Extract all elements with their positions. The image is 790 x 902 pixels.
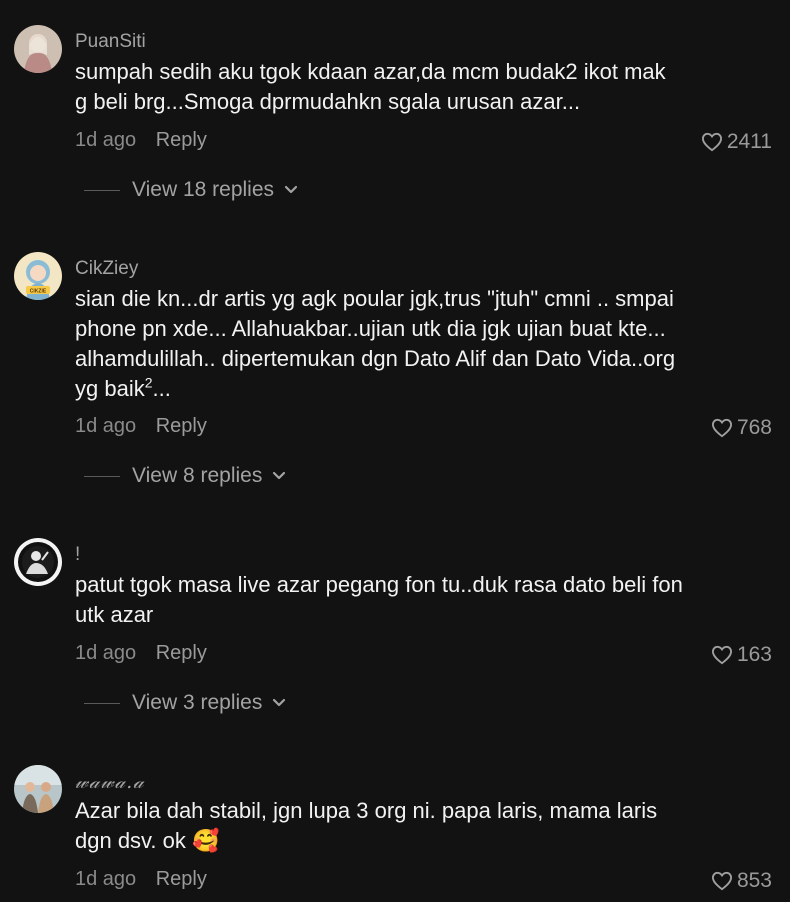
username[interactable]: PuanSiti <box>75 31 146 53</box>
comment-text: sian die kn...dr artis yg agk poular jgk… <box>75 286 676 401</box>
like-count: 768 <box>736 416 772 439</box>
heart-outline-icon <box>711 645 732 665</box>
heart-outline-icon <box>711 871 732 891</box>
avatar[interactable] <box>14 25 62 73</box>
view-replies-label: View 3 replies <box>132 691 263 714</box>
timestamp: 1d ago <box>75 415 137 437</box>
timestamp: 1d ago <box>75 129 137 151</box>
view-replies-button[interactable]: View 3 replies <box>84 691 286 715</box>
like-count: 2411 <box>726 130 772 153</box>
username[interactable]: ! <box>75 544 80 566</box>
comment-meta: 1d ago Reply <box>75 867 207 891</box>
avatar[interactable] <box>14 765 62 813</box>
comment-text: Azar bila dah stabil, jgn lupa 3 org ni.… <box>75 798 658 853</box>
divider <box>84 475 120 477</box>
timestamp: 1d ago <box>75 642 137 664</box>
avatar-badge-text: CIKZIE <box>30 289 47 295</box>
reply-button[interactable]: Reply <box>156 129 207 151</box>
heart-outline-icon <box>711 418 732 438</box>
comment-meta: 1d ago Reply <box>75 128 207 152</box>
view-replies-label: View 18 replies <box>132 178 275 201</box>
comment-text: patut tgok masa live azar pegang fon tu.… <box>75 572 683 627</box>
view-replies-button[interactable]: View 8 replies <box>84 464 286 488</box>
like-button[interactable]: 2411 <box>701 130 772 154</box>
chevron-down-icon <box>273 471 286 480</box>
comment-meta: 1d ago Reply <box>75 641 207 665</box>
heart-outline-icon <box>701 132 722 152</box>
chevron-down-icon <box>273 698 286 707</box>
superscript: 2 <box>144 374 153 391</box>
divider <box>84 189 120 191</box>
comment-text: sumpah sedih aku tgok kdaan azar,da mcm … <box>75 59 666 114</box>
divider <box>84 702 120 704</box>
like-button[interactable]: 853 <box>711 869 772 893</box>
timestamp: 1d ago <box>75 868 137 890</box>
username[interactable]: CikZiey <box>75 258 138 280</box>
reply-button[interactable]: Reply <box>156 868 207 890</box>
comment-meta: 1d ago Reply <box>75 414 207 438</box>
like-count: 163 <box>736 643 772 666</box>
reply-button[interactable]: Reply <box>156 642 207 664</box>
username[interactable]: 𝓌𝒶𝓌𝒶.𝒶 <box>75 771 145 793</box>
avatar[interactable] <box>14 538 62 586</box>
like-button[interactable]: 768 <box>711 416 772 440</box>
chevron-down-icon <box>284 185 298 194</box>
view-replies-button[interactable]: View 18 replies <box>84 178 298 202</box>
comment-item: PuanSiti sumpah sedih aku tgok kdaan aza… <box>0 0 790 220</box>
view-replies-label: View 8 replies <box>132 464 263 487</box>
reply-button[interactable]: Reply <box>156 415 207 437</box>
like-count: 853 <box>736 869 772 892</box>
like-button[interactable]: 163 <box>711 643 772 667</box>
avatar[interactable]: CIKZIE <box>14 252 62 300</box>
